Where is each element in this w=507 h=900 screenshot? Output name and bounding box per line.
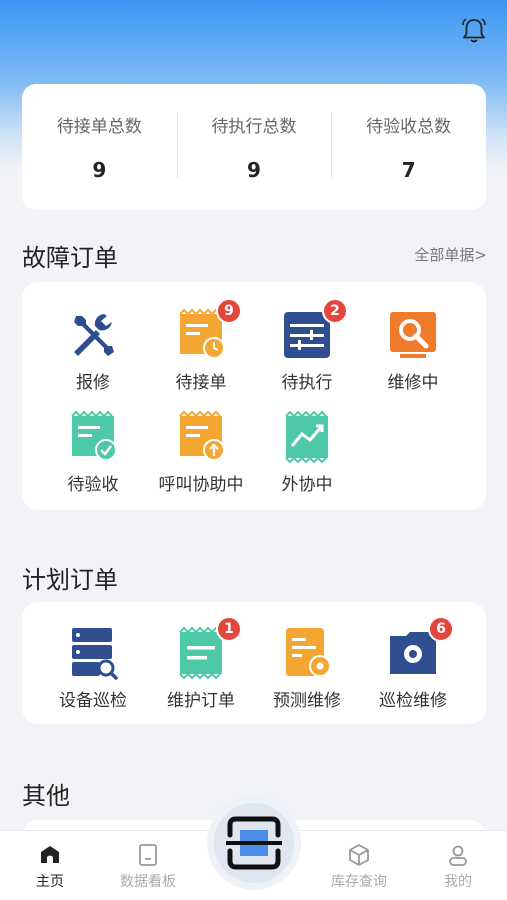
- nav-profile[interactable]: 我的: [413, 843, 503, 891]
- nav-label: 我的: [444, 874, 472, 890]
- fault-orders-title: 故障订单: [22, 244, 118, 272]
- pending-accept-icon: [66, 410, 120, 464]
- grid-item-predictive-repair[interactable]: 预测维修: [252, 626, 362, 711]
- nav-inventory[interactable]: 库存查询: [314, 843, 404, 891]
- grid-item-label: 维护订单: [167, 691, 235, 711]
- dashboard-icon: [139, 844, 157, 866]
- badge-count: 9: [216, 298, 242, 324]
- nav-dashboard[interactable]: 数据看板: [103, 843, 193, 891]
- stat-value: 9: [247, 158, 261, 182]
- stat-value: 7: [401, 158, 416, 182]
- stats-card: 待接单总数 9 待执行总数 9 待验收总数 7: [22, 84, 486, 210]
- pending-execute-icon: 2: [280, 298, 348, 362]
- inventory-icon: [349, 844, 369, 866]
- notification-bell-icon[interactable]: [459, 16, 489, 46]
- scan-button[interactable]: [207, 796, 301, 890]
- badge-count: 6: [428, 616, 454, 642]
- maintenance-order-icon: 1: [174, 616, 242, 680]
- stat-value: 9: [92, 158, 107, 182]
- grid-item-report-repair[interactable]: 报修: [38, 308, 148, 393]
- grid-item-label: 预测维修: [273, 691, 341, 711]
- grid-item-label: 待验收: [67, 475, 119, 495]
- tools-icon: [66, 308, 120, 362]
- grid-item-pending-order[interactable]: 9 待接单: [146, 298, 256, 393]
- stat-label: 待接单总数: [56, 117, 142, 137]
- grid-item-label: 设备巡检: [59, 691, 127, 711]
- grid-item-label: 报修: [76, 373, 110, 393]
- grid-item-maintenance-order[interactable]: 1 维护订单: [146, 616, 256, 711]
- device-inspection-icon: [66, 626, 120, 680]
- outsourcing-icon: [280, 410, 334, 464]
- grid-item-label: 呼叫协助中: [158, 475, 244, 495]
- grid-item-label: 待接单: [175, 373, 227, 393]
- badge-count: 2: [322, 298, 348, 324]
- grid-item-inspection-repair[interactable]: 6 巡检维修: [358, 616, 468, 711]
- pending-order-icon: 9: [174, 298, 242, 362]
- inspection-repair-icon: 6: [386, 616, 454, 680]
- plan-orders-title: 计划订单: [22, 566, 118, 594]
- nav-label: 数据看板: [120, 874, 176, 890]
- nav-label: 主页: [36, 874, 64, 890]
- grid-item-pending-accept[interactable]: 待验收: [38, 410, 148, 495]
- stat-pending-execute[interactable]: 待执行总数 9: [176, 112, 332, 182]
- predictive-repair-icon: [280, 626, 334, 680]
- grid-item-label: 维修中: [387, 373, 439, 393]
- profile-icon: [449, 845, 467, 866]
- badge-count: 1: [216, 616, 242, 642]
- repairing-icon: [386, 308, 440, 362]
- grid-item-outsourcing[interactable]: 外协中: [252, 410, 362, 495]
- fault-orders-card: 报修 9 待接单 2 待执行 维修中 待验收 呼叫协助中 外协中: [22, 282, 486, 510]
- scan-icon: [226, 816, 282, 870]
- grid-item-repairing[interactable]: 维修中: [358, 308, 468, 393]
- nav-label: 库存查询: [331, 874, 387, 890]
- stat-label: 待执行总数: [211, 117, 297, 137]
- plan-orders-card: 设备巡检 1 维护订单 预测维修 6 巡检维修: [22, 602, 486, 724]
- grid-item-pending-execute[interactable]: 2 待执行: [252, 298, 362, 393]
- all-orders-link[interactable]: 全部单据>: [414, 244, 487, 265]
- grid-item-label: 外协中: [281, 475, 333, 495]
- stat-pending-accept[interactable]: 待验收总数 7: [331, 112, 486, 182]
- scan-button-inner: [214, 803, 294, 883]
- stat-label: 待验收总数: [366, 117, 452, 137]
- grid-item-call-assist[interactable]: 呼叫协助中: [146, 410, 256, 495]
- stat-pending-orders[interactable]: 待接单总数 9: [22, 112, 177, 182]
- call-assist-icon: [174, 410, 228, 464]
- home-icon: [41, 846, 59, 863]
- grid-item-label: 巡检维修: [379, 691, 447, 711]
- other-title: 其他: [22, 782, 70, 810]
- grid-item-device-inspection[interactable]: 设备巡检: [38, 626, 148, 711]
- grid-item-label: 待执行: [281, 373, 333, 393]
- nav-home[interactable]: 主页: [5, 843, 95, 891]
